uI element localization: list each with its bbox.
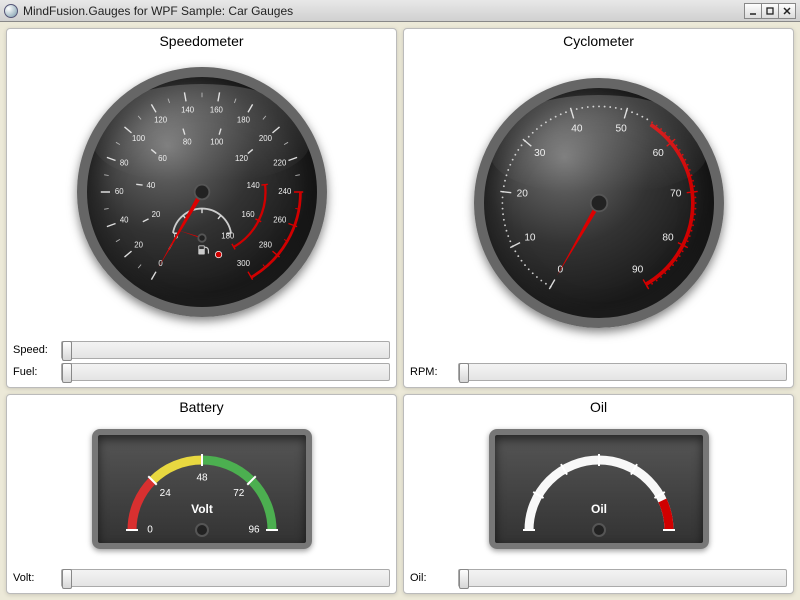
svg-text:220: 220 <box>273 159 287 168</box>
oil-title: Oil <box>410 399 787 415</box>
svg-text:260: 260 <box>273 215 287 224</box>
client-area: Speedometer 0 20 40 60 80 100 120 140 160 180 200 2… <box>0 22 800 600</box>
svg-text:Volt: Volt <box>191 502 213 516</box>
svg-text:120: 120 <box>234 154 248 163</box>
speedometer-panel: Speedometer 0204060801001201401601802002… <box>6 28 397 388</box>
svg-text:40: 40 <box>571 124 583 135</box>
speedometer-title: Speedometer <box>13 33 390 49</box>
svg-text:140: 140 <box>181 106 195 115</box>
svg-text:96: 96 <box>248 525 260 536</box>
app-icon <box>4 4 18 18</box>
fuel-label: Fuel: <box>13 366 55 378</box>
close-button[interactable] <box>778 3 796 19</box>
oil-slider-row: Oil: <box>410 569 787 587</box>
oil-panel: Oil Oil Oil: <box>403 394 794 594</box>
svg-text:90: 90 <box>632 265 644 276</box>
svg-text:80: 80 <box>662 232 674 243</box>
svg-text:24: 24 <box>159 488 171 499</box>
svg-text:70: 70 <box>670 189 682 200</box>
speedometer-gauge-wrap: 0204060801001201401601802002202402602803… <box>13 51 390 333</box>
svg-text:Oil: Oil <box>590 502 606 516</box>
svg-text:60: 60 <box>158 154 167 163</box>
rpm-label: RPM: <box>410 366 452 378</box>
svg-text:80: 80 <box>182 138 191 147</box>
titlebar: MindFusion.Gauges for WPF Sample: Car Ga… <box>0 0 800 22</box>
volt-slider-row: Volt: <box>13 569 390 587</box>
battery-title: Battery <box>13 399 390 415</box>
cyclometer-sliders: RPM: <box>410 359 787 381</box>
fuel-slider-row: Fuel: <box>13 363 390 381</box>
fuel-slider-thumb[interactable] <box>62 363 72 383</box>
rpm-slider-row: RPM: <box>410 363 787 381</box>
svg-text:100: 100 <box>210 138 224 147</box>
svg-text:60: 60 <box>652 148 664 159</box>
cyclometer-title: Cyclometer <box>410 33 787 49</box>
svg-text:60: 60 <box>114 187 123 196</box>
svg-text:20: 20 <box>151 210 160 219</box>
svg-text:100: 100 <box>132 134 146 143</box>
speedometer-gauge: 0204060801001201401601802002202402602803… <box>77 67 327 317</box>
oil-gauge: Oil <box>489 429 709 549</box>
speed-slider-thumb[interactable] <box>62 341 72 361</box>
volt-label: Volt: <box>13 572 55 584</box>
svg-text:200: 200 <box>258 134 272 143</box>
fuel-pump-icon <box>198 245 208 254</box>
cyclometer-gauge-wrap: 0102030405060708090 <box>410 51 787 355</box>
svg-text:40: 40 <box>119 215 128 224</box>
svg-text:48: 48 <box>196 473 208 484</box>
battery-gauge-wrap: 0 24 48 72 96 Volt <box>13 417 390 561</box>
svg-text:20: 20 <box>516 189 528 200</box>
svg-text:160: 160 <box>241 210 255 219</box>
speed-label: Speed: <box>13 344 55 356</box>
svg-text:80: 80 <box>119 159 128 168</box>
speed-slider-row: Speed: <box>13 341 390 359</box>
svg-text:300: 300 <box>236 259 250 268</box>
cyclometer-gauge: 0102030405060708090 <box>474 78 724 328</box>
svg-text:20: 20 <box>134 240 143 249</box>
battery-sliders: Volt: <box>13 565 390 587</box>
maximize-button[interactable] <box>761 3 779 19</box>
svg-text:0: 0 <box>147 525 153 536</box>
svg-text:120: 120 <box>154 115 168 124</box>
svg-text:72: 72 <box>233 488 245 499</box>
oil-slider[interactable] <box>458 569 787 587</box>
svg-text:10: 10 <box>524 232 536 243</box>
svg-text:280: 280 <box>258 240 272 249</box>
oil-label: Oil: <box>410 572 452 584</box>
fuel-slider[interactable] <box>61 363 390 381</box>
svg-text:240: 240 <box>278 187 292 196</box>
speed-slider[interactable] <box>61 341 390 359</box>
speedometer-sliders: Speed: Fuel: <box>13 337 390 381</box>
battery-panel: Battery 0 24 48 72 96 Volt Volt: <box>6 394 397 594</box>
volt-slider-thumb[interactable] <box>62 569 72 589</box>
window-buttons <box>745 3 796 19</box>
svg-text:160: 160 <box>209 106 223 115</box>
rpm-slider[interactable] <box>458 363 787 381</box>
battery-gauge: 0 24 48 72 96 Volt <box>92 429 312 549</box>
oil-sliders: Oil: <box>410 565 787 587</box>
rpm-slider-thumb[interactable] <box>459 363 469 383</box>
oil-gauge-wrap: Oil <box>410 417 787 561</box>
oil-slider-thumb[interactable] <box>459 569 469 589</box>
svg-text:180: 180 <box>236 115 250 124</box>
window-title: MindFusion.Gauges for WPF Sample: Car Ga… <box>23 4 745 18</box>
cyclometer-panel: Cyclometer 0102030405060708090 RPM: <box>403 28 794 388</box>
volt-slider[interactable] <box>61 569 390 587</box>
svg-text:50: 50 <box>615 124 627 135</box>
minimize-button[interactable] <box>744 3 762 19</box>
svg-text:40: 40 <box>146 181 155 190</box>
svg-text:30: 30 <box>534 148 546 159</box>
svg-text:140: 140 <box>246 181 260 190</box>
